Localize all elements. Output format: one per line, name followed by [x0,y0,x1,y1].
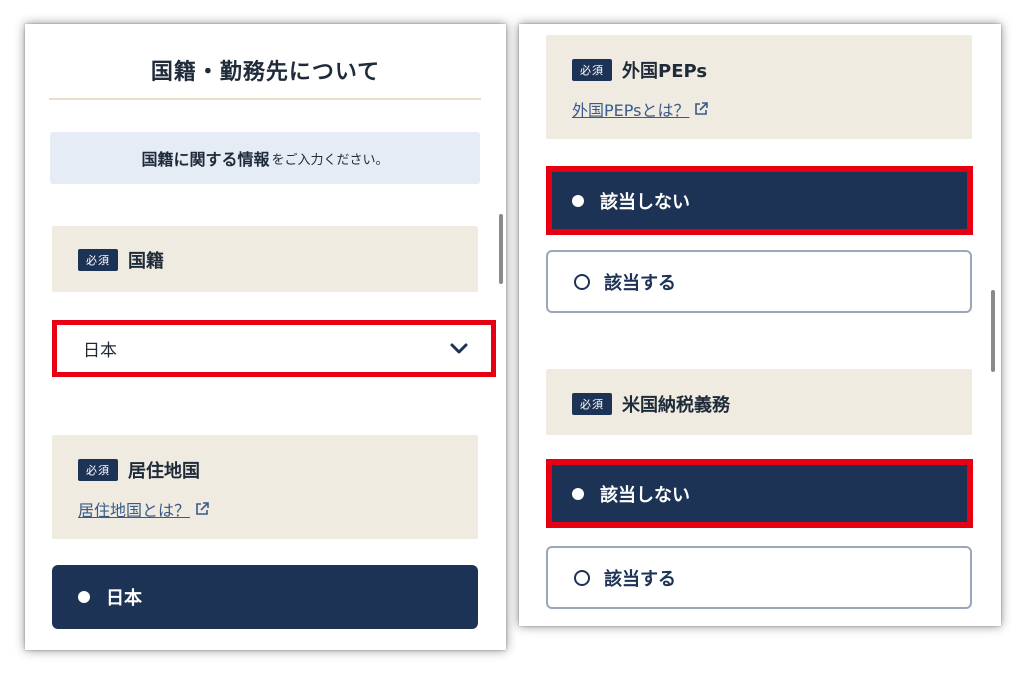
info-banner: 国籍に関する情報 をご入力ください。 [50,132,480,184]
residence-option-japan[interactable]: 日本 [52,565,478,629]
radio-selected-icon [78,591,90,603]
residence-label: 居住地国 [128,461,200,482]
scrollbar[interactable] [499,214,503,284]
required-badge: 必須 [572,393,612,415]
us-tax-question: 必須 米国納税義務 [546,369,972,435]
us-tax-label: 米国納税義務 [622,395,730,416]
residence-header: 必須 居住地国 [78,457,200,483]
peps-option-applicable[interactable]: 該当する [546,250,972,313]
option-label: 該当しない [600,191,690,213]
option-label: 該当しない [600,484,690,506]
nationality-select-value: 日本 [83,341,117,361]
us-tax-option-applicable[interactable]: 該当する [546,546,972,609]
radio-unselected-icon [574,569,590,586]
peps-tax-form-panel: 必須 外国PEPs 外国PEPsとは？ 該当しない 該当する 必須 米国納税義務… [519,24,1001,626]
nationality-label: 国籍 [128,251,164,272]
peps-question: 必須 外国PEPs 外国PEPsとは？ [546,35,972,139]
peps-help-link[interactable]: 外国PEPsとは？ [572,97,709,121]
peps-header: 必須 外国PEPs [572,57,707,83]
title-divider [49,98,481,100]
scrollbar[interactable] [991,290,995,372]
banner-bold-text: 国籍に関する情報 [141,150,270,169]
option-label: 日本 [106,588,142,609]
required-badge: 必須 [572,59,612,81]
nationality-form-panel: 国籍・勤務先について 国籍に関する情報 をご入力ください。 必須 国籍 日本 必… [25,24,506,650]
external-link-icon [196,502,209,515]
option-label: 該当する [604,568,676,590]
peps-option-not-applicable[interactable]: 該当しない [546,166,973,235]
residence-help-link-text: 居住地国とは？ [78,501,191,520]
nationality-header: 必須 国籍 [78,247,164,273]
banner-text: をご入力ください。 [271,152,389,168]
radio-selected-icon [572,487,584,500]
required-badge: 必須 [78,459,118,481]
option-label: 該当する [604,272,676,294]
radio-selected-icon [572,194,584,207]
required-badge: 必須 [78,249,118,271]
residence-help-link[interactable]: 居住地国とは？ [78,497,210,521]
external-link-icon [695,102,709,115]
page-title: 国籍・勤務先について [150,60,381,85]
us-tax-option-not-applicable[interactable]: 該当しない [546,459,973,528]
nationality-select[interactable]: 日本 [52,320,496,377]
peps-label: 外国PEPs [622,61,708,82]
chevron-down-icon [450,343,468,353]
radio-unselected-icon [574,273,590,290]
peps-help-link-text: 外国PEPsとは？ [572,101,690,120]
us-tax-header: 必須 米国納税義務 [572,391,730,417]
nationality-question: 必須 国籍 [52,226,478,292]
residence-question: 必須 居住地国 居住地国とは？ [52,435,478,539]
